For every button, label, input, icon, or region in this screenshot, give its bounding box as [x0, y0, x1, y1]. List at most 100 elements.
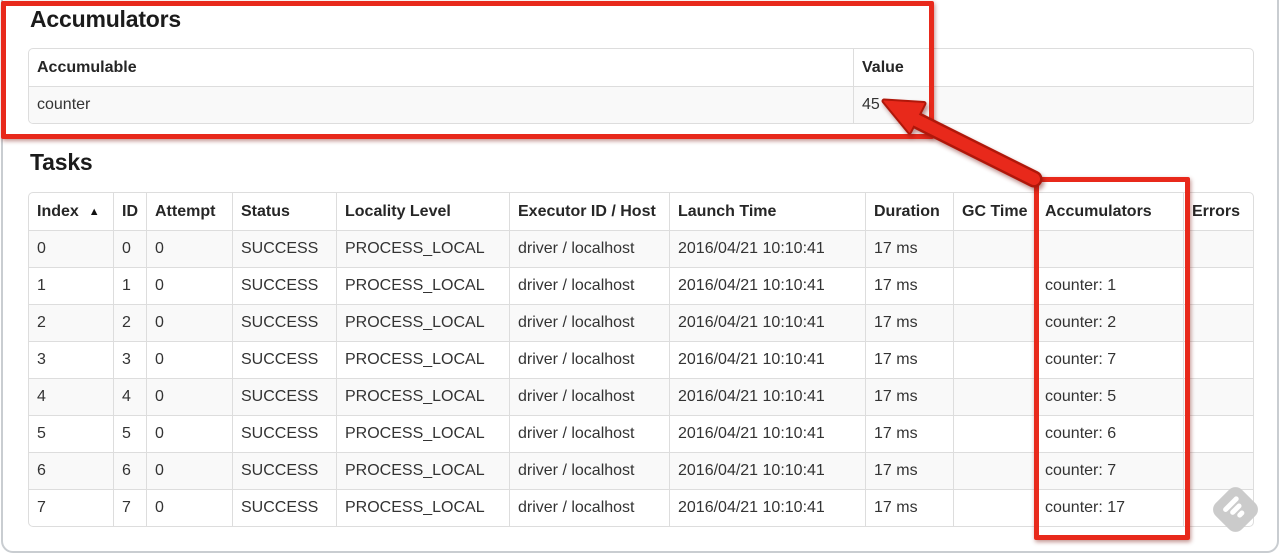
cell: 2016/04/21 10:10:41: [669, 304, 865, 341]
column-header-label: Duration: [874, 202, 940, 220]
cell: 6: [113, 452, 146, 489]
table-row: 1 1 0 SUCCESS PROCESS_LOCAL driver / localhos…: [29, 267, 1253, 304]
cell: [1183, 378, 1253, 415]
column-header-label: GC Time: [962, 202, 1028, 220]
cell: driver / localhost: [509, 378, 669, 415]
cell: counter: 17: [1036, 489, 1183, 526]
column-header-accumulable[interactable]: Accumulable: [29, 49, 853, 86]
cell: PROCESS_LOCAL: [336, 415, 509, 452]
header-row: Index ▲ ID Attempt Status Locality Level Execu…: [29, 193, 1253, 230]
cell: 5: [113, 415, 146, 452]
cell: counter: 2: [1036, 304, 1183, 341]
column-header-executor-id-host[interactable]: Executor ID / Host: [509, 193, 669, 230]
header-row: Accumulable Value: [29, 49, 1253, 86]
cell: 2016/04/21 10:10:41: [669, 230, 865, 267]
cell: 7: [113, 489, 146, 526]
cell: 7: [29, 489, 113, 526]
sort-ascending-icon: ▲: [88, 205, 100, 218]
cell: 0: [146, 230, 232, 267]
cell: 0: [146, 378, 232, 415]
spark-stage-details-page: Accumulators Accumulable Value counter 45 …: [0, 0, 1280, 556]
column-header-attempt[interactable]: Attempt: [146, 193, 232, 230]
tasks-section-heading: Tasks: [30, 149, 93, 175]
column-header-status[interactable]: Status: [232, 193, 336, 230]
column-header-locality-level[interactable]: Locality Level: [336, 193, 509, 230]
cell: [1183, 341, 1253, 378]
cell: PROCESS_LOCAL: [336, 489, 509, 526]
column-header-accumulators[interactable]: Accumulators: [1036, 193, 1183, 230]
cell: PROCESS_LOCAL: [336, 267, 509, 304]
cell: 0: [146, 415, 232, 452]
cell: 0: [146, 304, 232, 341]
cell: 0: [113, 230, 146, 267]
cell: PROCESS_LOCAL: [336, 452, 509, 489]
column-header-errors[interactable]: Errors: [1183, 193, 1253, 230]
cell: 4: [113, 378, 146, 415]
cell: PROCESS_LOCAL: [336, 341, 509, 378]
cell: SUCCESS: [232, 378, 336, 415]
cell: SUCCESS: [232, 304, 336, 341]
cell: PROCESS_LOCAL: [336, 304, 509, 341]
table-row: 2 2 0 SUCCESS PROCESS_LOCAL driver / localhos…: [29, 304, 1253, 341]
cell: counter: 5: [1036, 378, 1183, 415]
table-row: 4 4 0 SUCCESS PROCESS_LOCAL driver / localhos…: [29, 378, 1253, 415]
cell: SUCCESS: [232, 452, 336, 489]
accumulators-table: Accumulable Value counter 45: [28, 48, 1254, 124]
cell: driver / localhost: [509, 452, 669, 489]
cell: [1183, 304, 1253, 341]
column-header-label: Value: [862, 58, 904, 76]
column-header-duration[interactable]: Duration: [865, 193, 953, 230]
cell: [1183, 267, 1253, 304]
column-header-index[interactable]: Index ▲: [29, 193, 113, 230]
cell: 0: [146, 267, 232, 304]
cell: [1183, 415, 1253, 452]
table-row: 5 5 0 SUCCESS PROCESS_LOCAL driver / localhos…: [29, 415, 1253, 452]
accumulators-section-heading: Accumulators: [30, 6, 181, 32]
cell: [953, 304, 1036, 341]
cell: counter: 6: [1036, 415, 1183, 452]
column-header-gc-time[interactable]: GC Time: [953, 193, 1036, 230]
cell: 17 ms: [865, 452, 953, 489]
cell: 0: [146, 489, 232, 526]
cell: driver / localhost: [509, 489, 669, 526]
cell: driver / localhost: [509, 341, 669, 378]
cell: 2016/04/21 10:10:41: [669, 341, 865, 378]
cell: PROCESS_LOCAL: [336, 378, 509, 415]
cell: SUCCESS: [232, 267, 336, 304]
column-header-label: Errors: [1192, 202, 1241, 220]
cell: 2016/04/21 10:10:41: [669, 378, 865, 415]
cell: SUCCESS: [232, 415, 336, 452]
cell: 2: [113, 304, 146, 341]
cell: counter: 1: [1036, 267, 1183, 304]
cell: [953, 452, 1036, 489]
column-header-label: Launch Time: [678, 202, 777, 220]
column-header-id[interactable]: ID: [113, 193, 146, 230]
cell: 17 ms: [865, 267, 953, 304]
cell: 0: [29, 230, 113, 267]
cell: counter: 7: [1036, 452, 1183, 489]
column-header-label: Locality Level: [345, 202, 451, 220]
cell: SUCCESS: [232, 341, 336, 378]
column-header-label: Accumulators: [1045, 202, 1152, 220]
column-header-value[interactable]: Value: [853, 49, 1253, 86]
cell: 2016/04/21 10:10:41: [669, 452, 865, 489]
cell: 17 ms: [865, 378, 953, 415]
cell: 0: [146, 341, 232, 378]
column-header-label: Executor ID / Host: [518, 202, 656, 220]
cell: PROCESS_LOCAL: [336, 230, 509, 267]
cell: [953, 489, 1036, 526]
cell: [953, 341, 1036, 378]
cell: 17 ms: [865, 489, 953, 526]
cell: [953, 267, 1036, 304]
cell: driver / localhost: [509, 415, 669, 452]
cell: 2: [29, 304, 113, 341]
column-header-launch-time[interactable]: Launch Time: [669, 193, 865, 230]
column-header-label: Index: [37, 202, 79, 220]
cell: 6: [29, 452, 113, 489]
cell: 0: [146, 452, 232, 489]
cell: [953, 378, 1036, 415]
cell: SUCCESS: [232, 489, 336, 526]
cell: 4: [29, 378, 113, 415]
cell: SUCCESS: [232, 230, 336, 267]
cell: 45: [853, 86, 1253, 123]
